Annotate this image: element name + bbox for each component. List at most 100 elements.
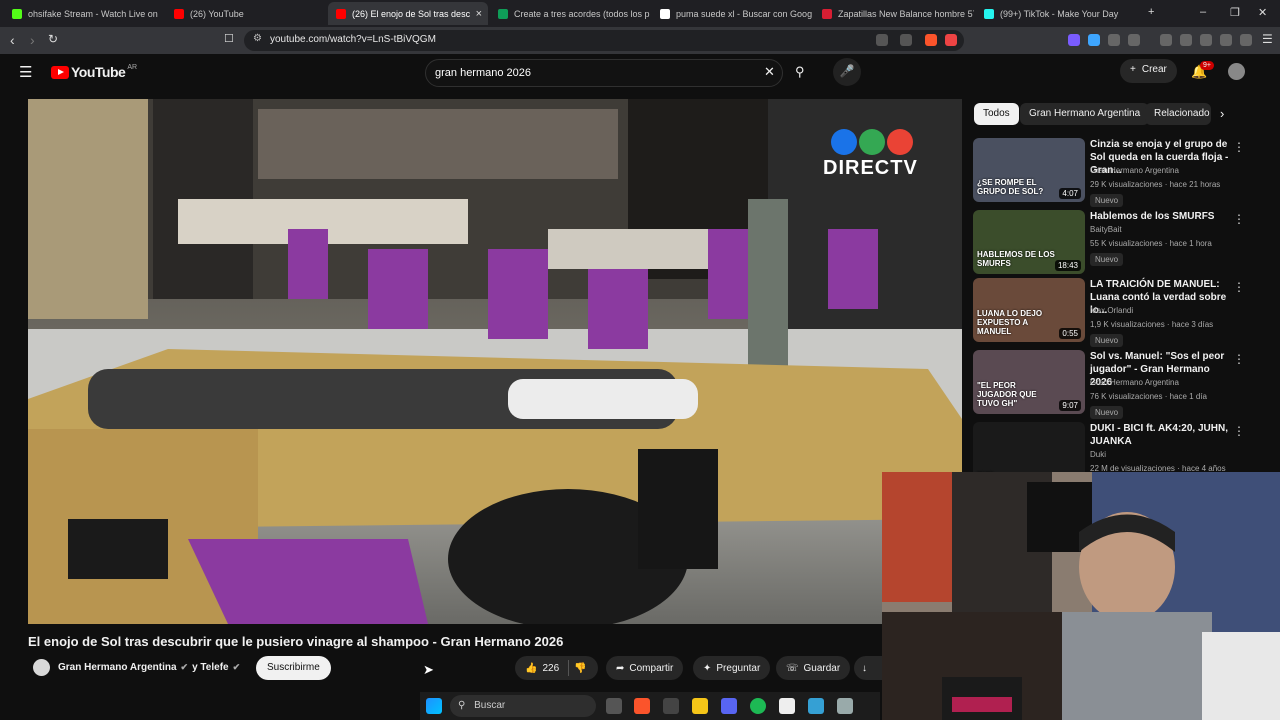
browser-tab[interactable]: (26) YouTube [166, 2, 326, 25]
minimize-icon[interactable]: – [1200, 6, 1206, 18]
channel-info[interactable]: Gran Hermano Argentina ✔ y Telefe ✔ [58, 662, 240, 673]
video-thumbnail[interactable]: HABLEMOS DE LOS SMURFS 18:43 [973, 210, 1085, 274]
brave-browser-icon[interactable] [634, 698, 650, 714]
video-thumbnail[interactable]: LUANA LO DEJO EXPUESTO A MANUEL 0:55 [973, 278, 1085, 342]
more-actions-icon[interactable]: ⋮ [1233, 212, 1245, 226]
dislike-icon[interactable]: 👎 [574, 663, 586, 674]
recommended-channel[interactable]: Max Orlandi [1090, 306, 1133, 315]
ask-button[interactable]: ✦ Preguntar [693, 656, 771, 680]
obs-icon[interactable] [663, 698, 679, 714]
tab-close-icon[interactable]: × [476, 8, 482, 20]
brave-shields-icon[interactable] [925, 34, 937, 46]
capcut-icon[interactable] [779, 698, 795, 714]
video-thumbnail[interactable]: ¿SE ROMPE EL GRUPO DE SOL? 4:07 [973, 138, 1085, 202]
channel-name[interactable]: Gran Hermano Argentina [58, 662, 177, 673]
subscribe-button[interactable]: Suscribirme [256, 656, 331, 680]
webcam-overlay [882, 472, 1280, 720]
browser-tab[interactable]: (26) El enojo de Sol tras desc × [328, 2, 488, 25]
recommended-channel[interactable]: Gran Hermano Argentina [1090, 378, 1179, 387]
tab-favicon-icon [822, 8, 832, 19]
save-button[interactable]: ☏ Guardar [776, 656, 851, 680]
spotify-icon[interactable] [750, 698, 766, 714]
browser-tab[interactable]: (99+) TikTok - Make Your Day [976, 2, 1136, 25]
recommended-video-title[interactable]: DUKI - BICI ft. AK4:20, JUHN, JUANKA [1090, 422, 1230, 448]
play-logo-icon [51, 65, 69, 79]
wallet-icon[interactable] [1200, 34, 1212, 46]
browser-tab[interactable]: Zapatillas New Balance hombre 574 [814, 2, 974, 25]
directv-watermark: DIRECTV [823, 129, 923, 180]
recommended-video[interactable]: HABLEMOS DE LOS SMURFS 18:43 Hablemos de l… [973, 210, 1263, 276]
sidebar-icon[interactable] [1180, 34, 1192, 46]
task-view-icon[interactable] [606, 698, 622, 714]
app-icon[interactable] [808, 698, 824, 714]
extension-icon[interactable] [1068, 34, 1080, 46]
taskbar-search-placeholder: Buscar [474, 700, 506, 711]
video-player[interactable]: DIRECTV [28, 99, 962, 624]
site-info-icon[interactable]: ⚙ [253, 33, 262, 44]
windows-start-icon[interactable] [426, 698, 442, 714]
url-bar[interactable]: ⚙ youtube.com/watch?v=LnS-tBiVQGM [244, 30, 964, 51]
more-actions-icon[interactable]: ⋮ [1233, 140, 1245, 154]
bookmark-icon[interactable]: ☐ [224, 32, 234, 45]
collab-name[interactable]: y Telefe [192, 662, 229, 673]
menu-icon[interactable]: ☰ [1262, 32, 1273, 46]
download-button[interactable]: ↓ [854, 656, 882, 680]
extensions-puzzle-icon[interactable] [1108, 34, 1120, 46]
recommended-video[interactable]: ¿SE ROMPE EL GRUPO DE SOL? 4:07 Cinzia se … [973, 138, 1263, 207]
youtube-logo[interactable]: YouTube AR [51, 64, 137, 80]
hamburger-menu-icon[interactable]: ☰ [19, 63, 32, 81]
logo-text: YouTube [71, 64, 126, 80]
browser-tab-bar: ohsifake Stream - Watch Live on (26) YouT… [0, 0, 1280, 27]
back-icon[interactable]: ‹ [10, 32, 15, 48]
forward-icon[interactable]: › [30, 32, 35, 48]
clear-search-icon[interactable]: ✕ [764, 64, 775, 80]
create-button[interactable]: + Crear [1120, 59, 1177, 83]
tab-favicon-icon [12, 8, 22, 19]
recommended-video[interactable]: "EL PEOR JUGADOR QUE TUVO GH" 9:07 Sol vs.… [973, 350, 1263, 419]
chip-relacionado[interactable]: Relacionado [1145, 103, 1211, 125]
search-input[interactable]: gran hermano 2026 [425, 59, 783, 87]
share-button[interactable]: ➦ Compartir [606, 656, 684, 680]
leo-icon[interactable] [1220, 34, 1232, 46]
tab-label: Create a tres acordes (todos los per [514, 8, 650, 19]
file-explorer-icon[interactable] [692, 698, 708, 714]
media-icon[interactable] [1160, 34, 1172, 46]
avatar[interactable] [1228, 63, 1245, 80]
voice-search-icon[interactable]: 🎤 [833, 58, 861, 86]
more-actions-icon[interactable]: ⋮ [1233, 352, 1245, 366]
settings-icon[interactable] [837, 698, 853, 714]
recommended-channel[interactable]: Gran Hermano Argentina [1090, 166, 1179, 175]
recommended-channel[interactable]: BaityBait [1090, 225, 1122, 234]
chip-gran-hermano-argentina[interactable]: Gran Hermano Argentina [1020, 103, 1150, 125]
share-icon[interactable] [900, 34, 912, 46]
new-tab-icon[interactable]: + [1148, 6, 1154, 18]
discord-icon[interactable] [721, 698, 737, 714]
search-icon[interactable]: ⚲ [795, 64, 805, 80]
reload-icon[interactable]: ↻ [48, 32, 58, 46]
like-icon[interactable]: 👍 [525, 663, 537, 674]
chevron-right-icon[interactable]: › [1220, 106, 1224, 121]
close-window-icon[interactable]: ✕ [1258, 6, 1267, 19]
extension-icon[interactable] [1128, 34, 1140, 46]
taskbar-search[interactable]: ⚲ Buscar [450, 695, 596, 717]
channel-avatar[interactable] [33, 659, 50, 676]
like-count[interactable]: 226 [542, 663, 559, 674]
maximize-icon[interactable]: ❐ [1230, 6, 1240, 19]
recommended-video-title[interactable]: Hablemos de los SMURFS [1090, 210, 1230, 223]
more-actions-icon[interactable]: ⋮ [1233, 424, 1245, 438]
video-thumbnail[interactable]: "EL PEOR JUGADOR QUE TUVO GH" 9:07 [973, 350, 1085, 414]
brave-rewards-icon[interactable] [945, 34, 957, 46]
browser-tab[interactable]: puma suede xl - Buscar con Google [652, 2, 812, 25]
extension-icon[interactable] [1088, 34, 1100, 46]
browser-tab[interactable]: ohsifake Stream - Watch Live on [4, 2, 164, 25]
cast-icon[interactable] [876, 34, 888, 46]
browser-tab[interactable]: Create a tres acordes (todos los per [490, 2, 650, 25]
more-actions-icon[interactable]: ⋮ [1233, 280, 1245, 294]
recommended-video[interactable]: LUANA LO DEJO EXPUESTO A MANUEL 0:55 LA TR… [973, 278, 1263, 347]
recommended-channel[interactable]: Duki [1090, 450, 1106, 459]
browser-address-bar: ‹ › ↻ ☐ ⚙ youtube.com/watch?v=LnS-tBiVQG… [0, 27, 1280, 54]
tab-label: (26) YouTube [190, 8, 244, 19]
chip-todos[interactable]: Todos [974, 103, 1019, 125]
thumbnail-text: HABLEMOS DE LOS SMURFS [977, 250, 1055, 268]
vpn-icon[interactable] [1240, 34, 1252, 46]
